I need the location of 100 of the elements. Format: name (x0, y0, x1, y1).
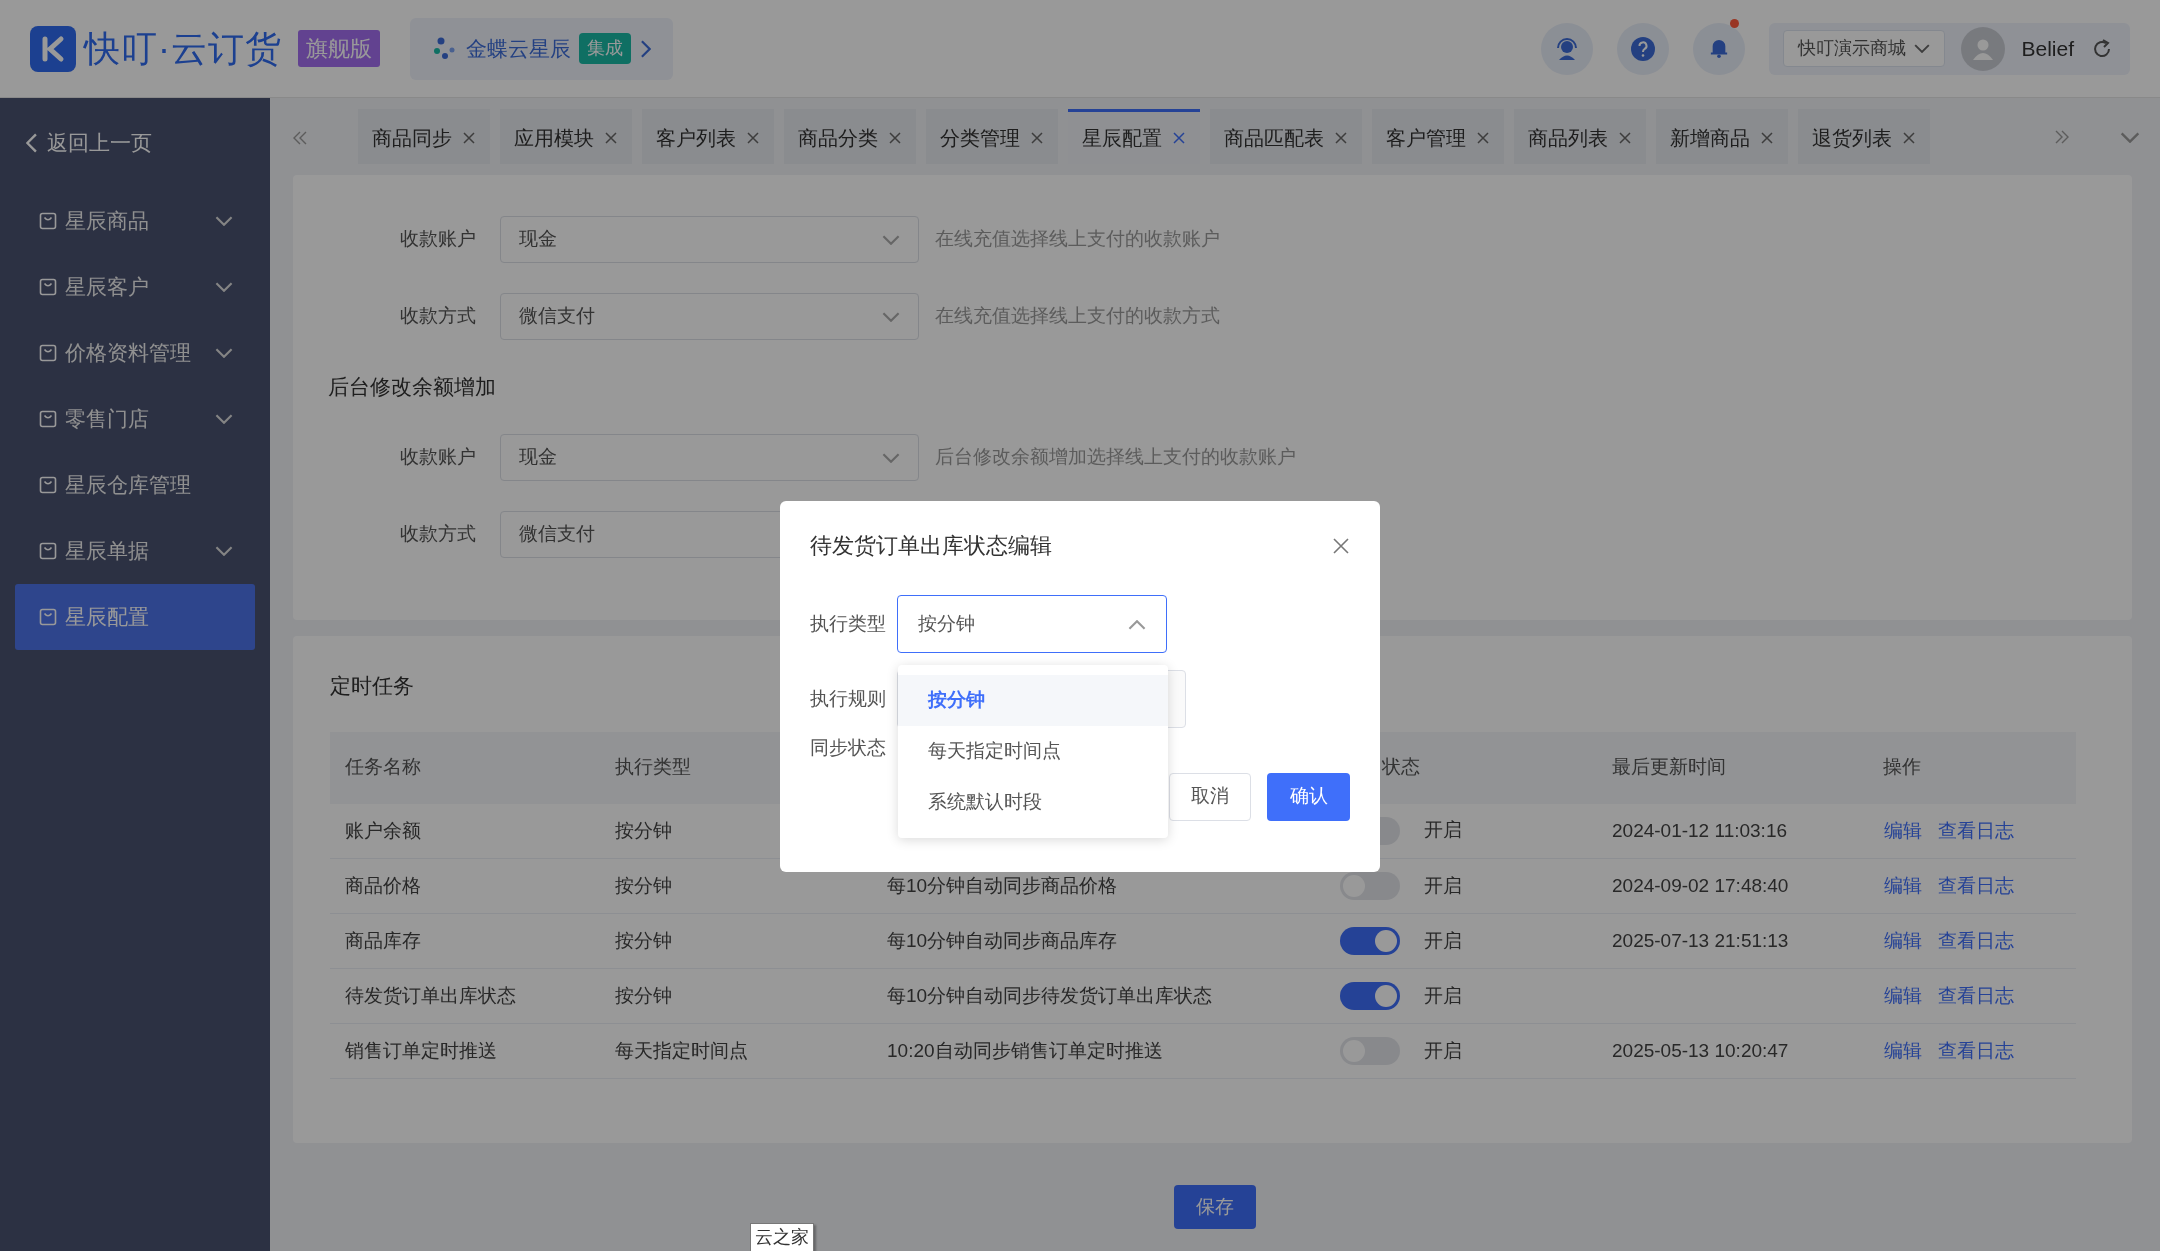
close-icon[interactable] (462, 131, 476, 145)
action-link[interactable]: 编辑 (1884, 929, 1922, 951)
integration-badge: 集成 (579, 33, 631, 64)
toggle-switch[interactable] (1340, 872, 1400, 901)
table-cell: 10:20自动同步销售订单定时推送 (887, 1039, 1163, 1061)
column-header: 最后更新时间 (1612, 756, 1726, 778)
action-link[interactable]: 查看日志 (1938, 1039, 2014, 1061)
tab[interactable]: 分类管理 (926, 109, 1058, 164)
select-field[interactable]: 按分钟 (897, 595, 1167, 653)
chevron-right-icon (639, 39, 651, 58)
tooltip: 云之家 (750, 1223, 814, 1251)
sidebar-item[interactable]: 星辰仓库管理 (15, 452, 255, 518)
status-text: 开启 (1424, 929, 1462, 951)
field-label: 收款方式 (399, 522, 477, 547)
user-name: Belief (2021, 35, 2074, 62)
bag-icon (39, 476, 57, 494)
bag-icon (39, 344, 57, 362)
close-icon[interactable] (746, 131, 760, 145)
store-selector[interactable]: 快叮演示商城 (1783, 30, 1946, 67)
chevron-down-icon (882, 312, 900, 323)
bag-icon (39, 542, 57, 560)
field-hint: 在线充值选择线上支付的收款方式 (935, 304, 1220, 329)
sidebar-item[interactable]: 星辰商品 (15, 188, 255, 254)
sidebar-item[interactable]: 星辰单据 (15, 518, 255, 584)
sidebar-item[interactable]: 价格资料管理 (15, 320, 255, 386)
status-text: 开启 (1424, 819, 1462, 841)
select-field[interactable]: 现金 (500, 434, 919, 481)
close-icon[interactable] (888, 131, 902, 145)
dropdown-option[interactable]: 每天指定时间点 (898, 726, 1168, 777)
close-icon[interactable] (1030, 131, 1044, 145)
close-icon[interactable] (1760, 131, 1774, 145)
field-label: 同步状态 (810, 736, 887, 760)
action-link[interactable]: 编辑 (1884, 1039, 1922, 1061)
dropdown-option[interactable]: 系统默认时段 (898, 777, 1168, 828)
section-heading: 后台修改余额增加 (327, 374, 497, 401)
back-link[interactable]: 返回上一页 (0, 98, 270, 188)
chevron-up-icon (1128, 619, 1146, 630)
table-cell: 销售订单定时推送 (345, 1039, 497, 1061)
table-cell: 按分钟 (615, 874, 672, 896)
close-icon[interactable] (1332, 536, 1350, 555)
action-link[interactable]: 编辑 (1884, 984, 1922, 1006)
table-cell: 每10分钟自动同步待发货订单出库状态 (887, 984, 1213, 1006)
tab[interactable]: 客户管理 (1372, 109, 1504, 164)
table-cell: 按分钟 (615, 984, 672, 1006)
close-icon[interactable] (1476, 131, 1490, 145)
sidebar-item[interactable]: 星辰配置 (15, 584, 255, 650)
status-text: 开启 (1424, 984, 1462, 1006)
tab[interactable]: 商品匹配表 (1210, 109, 1362, 164)
table-cell: 按分钟 (615, 819, 672, 841)
toggle-switch[interactable] (1340, 982, 1400, 1011)
field-label: 收款账户 (399, 227, 477, 252)
save-button[interactable]: 保存 (1174, 1185, 1256, 1229)
tab[interactable]: 新增商品 (1656, 109, 1788, 164)
field-label: 收款账户 (399, 445, 477, 470)
table-cell: 商品价格 (345, 874, 421, 896)
chevron-down-icon (1914, 44, 1931, 53)
sidebar-item[interactable]: 零售门店 (15, 386, 255, 452)
action-link[interactable]: 查看日志 (1938, 984, 2014, 1006)
tab[interactable]: 应用模块 (500, 109, 632, 164)
sidebar-item[interactable]: 星辰客户 (15, 254, 255, 320)
bag-icon (39, 212, 57, 230)
field-hint: 后台修改余额增加选择线上支付的收款账户 (935, 445, 1296, 470)
column-header: 任务名称 (345, 756, 421, 778)
tab[interactable]: 客户列表 (642, 109, 774, 164)
action-link[interactable]: 编辑 (1884, 819, 1922, 841)
action-link[interactable]: 查看日志 (1938, 874, 2014, 896)
section-heading: 定时任务 (330, 674, 414, 697)
table-cell: 账户余额 (345, 819, 421, 841)
column-header: 执行类型 (615, 756, 691, 778)
cancel-button[interactable]: 取消 (1169, 772, 1251, 821)
table-cell: 按分钟 (615, 929, 672, 951)
action-link[interactable]: 查看日志 (1938, 819, 2014, 841)
chevron-down-icon (2120, 131, 2140, 143)
close-icon[interactable] (1172, 131, 1186, 145)
close-icon[interactable] (1618, 131, 1632, 145)
table-cell: 2024-01-12 11:03:16 (1612, 819, 1788, 841)
status-text: 开启 (1424, 874, 1462, 896)
tab[interactable]: 商品列表 (1514, 109, 1646, 164)
tab[interactable]: 商品分类 (784, 109, 916, 164)
dropdown-option[interactable]: 按分钟 (898, 675, 1168, 726)
table-cell: 待发货订单出库状态 (345, 984, 516, 1006)
toggle-switch[interactable] (1340, 927, 1400, 956)
column-header: 操作 (1883, 756, 1921, 778)
close-icon[interactable] (1334, 131, 1348, 145)
bag-icon (39, 608, 57, 626)
action-link[interactable]: 编辑 (1884, 874, 1922, 896)
table-cell: 2025-05-13 10:20:47 (1612, 1039, 1789, 1061)
table-cell: 2025-07-13 21:51:13 (1612, 929, 1789, 951)
confirm-button[interactable]: 确认 (1267, 772, 1350, 821)
select-field[interactable]: 现金 (500, 216, 919, 263)
select-field[interactable]: 微信支付 (500, 293, 919, 340)
chevron-down-icon (882, 235, 900, 246)
tab[interactable]: 商品同步 (358, 109, 490, 164)
chevron-left-icon (26, 133, 39, 153)
integration-link[interactable]: 金蝶云星辰 集成 (410, 17, 673, 80)
tab[interactable]: 退货列表 (1798, 109, 1930, 164)
table-cell: 每10分钟自动同步商品库存 (887, 929, 1118, 951)
action-link[interactable]: 查看日志 (1938, 929, 2014, 951)
close-icon[interactable] (1902, 131, 1916, 145)
close-icon[interactable] (604, 131, 618, 145)
